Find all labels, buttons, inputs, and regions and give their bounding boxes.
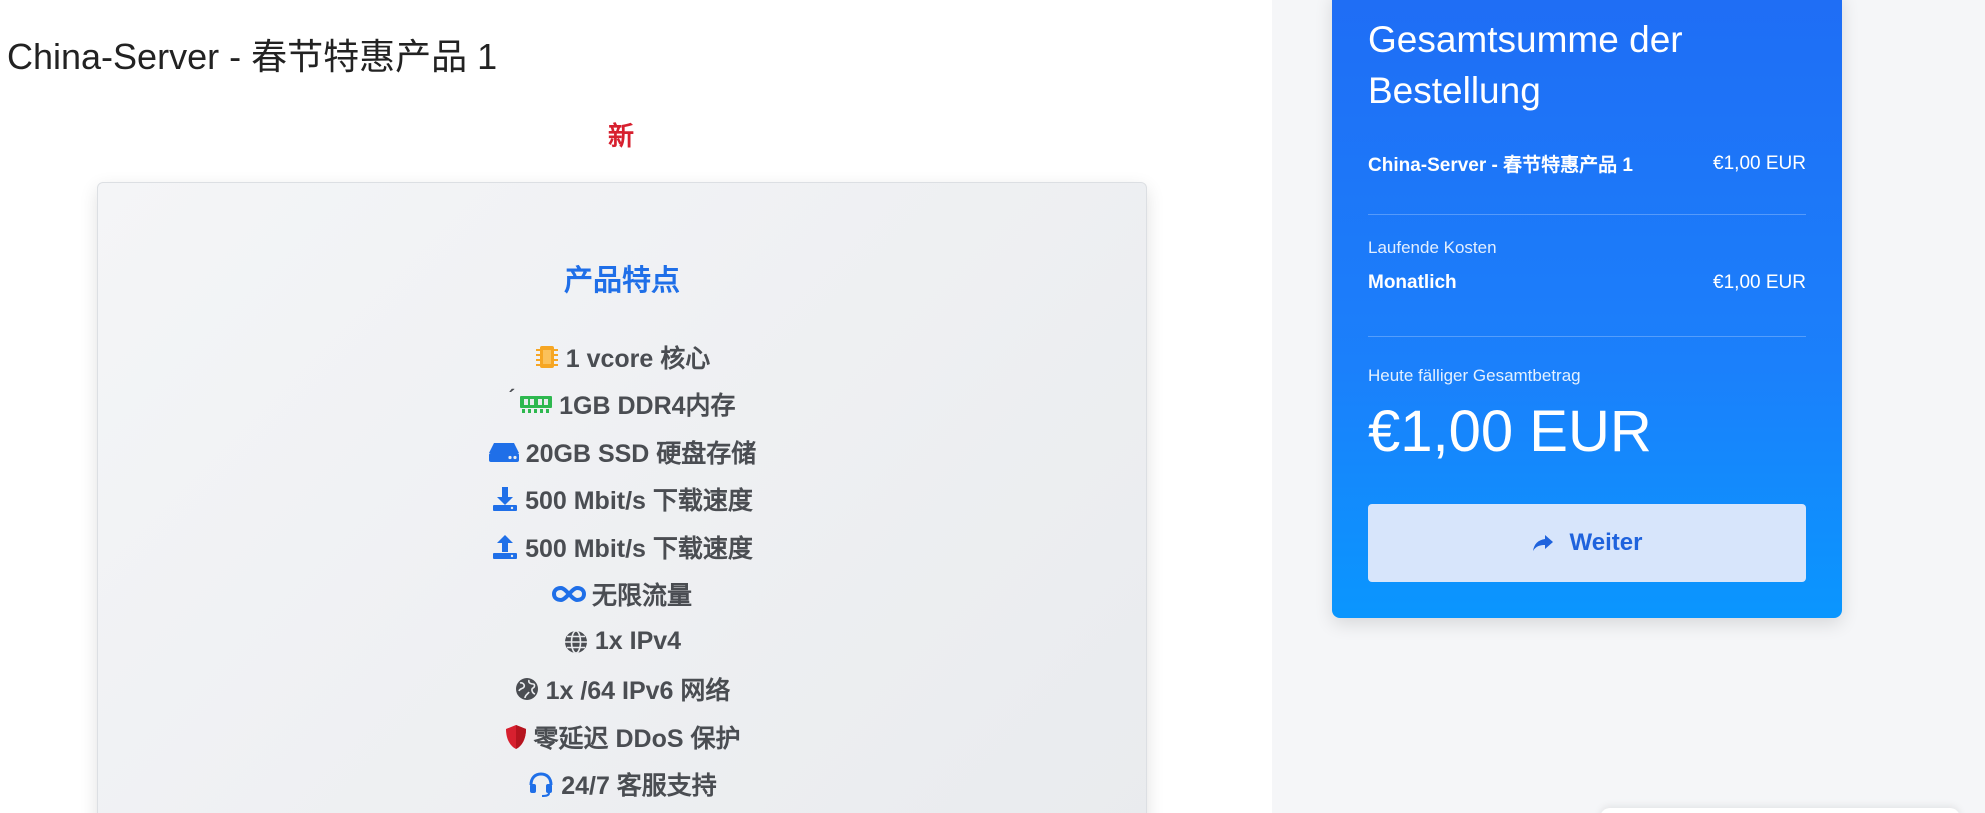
recurring-costs-label: Laufende Kosten — [1368, 238, 1497, 257]
feature-item: 无限流量 — [98, 571, 1146, 619]
feature-label: 1GB DDR4内存 — [559, 392, 736, 421]
feature-list: 1 vcore 核心 ´ 1GB DDR4内存 20GB SSD 硬盘存储 50… — [98, 333, 1146, 808]
cpu-chip-icon — [534, 343, 560, 371]
features-card: 产品特点 1 vcore 核心 ´ 1GB DDR4内存 20GB SSD 硬盘… — [97, 182, 1147, 813]
recurring-cycle-label: Monatlich — [1368, 272, 1457, 293]
new-badge: 新 — [607, 121, 634, 151]
feature-item: 20GB SSD 硬盘存储 — [98, 428, 1146, 476]
order-summary-card: Gesamtsumme der Bestellung China-Server … — [1332, 0, 1842, 618]
summary-line-item: China-Server - 春节特惠产品 1 €1,00 EUR — [1368, 150, 1806, 177]
headset-icon — [527, 770, 555, 798]
summary-title: Gesamtsumme der Bestellung — [1368, 19, 1683, 111]
feature-item: 零延迟 DDoS 保护 — [98, 713, 1146, 761]
summary-divider — [1368, 214, 1806, 215]
globe-network-icon — [514, 676, 540, 702]
prefix-mark: ´ — [508, 386, 516, 409]
feature-label: 20GB SSD 硬盘存储 — [525, 439, 757, 468]
feature-item: 1x IPv4 — [98, 618, 1146, 666]
shield-icon — [504, 723, 528, 751]
feature-label: 1x /64 IPv6 网络 — [545, 677, 731, 706]
summary-divider — [1368, 336, 1806, 337]
feature-label: 零延迟 DDoS 保护 — [533, 724, 741, 753]
feature-label: 1x IPv4 — [594, 627, 682, 656]
memory-icon — [519, 393, 553, 415]
feature-label: 500 Mbit/s 下载速度 — [525, 534, 753, 563]
due-today-label: Heute fälliger Gesamtbetrag — [1368, 366, 1581, 385]
line-item-label: China-Server - 春节特惠产品 1 — [1368, 155, 1633, 176]
feature-item: 24/7 客服支持 — [98, 761, 1146, 809]
upload-icon — [491, 533, 519, 561]
total-amount: €1,00 EUR — [1368, 399, 1652, 464]
feature-label: 无限流量 — [591, 582, 692, 611]
feature-label: 24/7 客服支持 — [561, 772, 717, 801]
feature-label: 1 vcore 核心 — [565, 344, 711, 373]
feature-item: 500 Mbit/s 下载速度 — [98, 476, 1146, 524]
product-panel: China-Server - 春节特惠产品 1 新 产品特点 1 vcore 核… — [0, 0, 1272, 813]
checkout-page: China-Server - 春节特惠产品 1 新 产品特点 1 vcore 核… — [0, 0, 1985, 813]
feature-item: 1 vcore 核心 — [98, 333, 1146, 381]
features-heading: 产品特点 — [563, 265, 680, 297]
line-item-price: €1,00 EUR — [1713, 152, 1806, 174]
product-title: China-Server - 春节特惠产品 1 — [7, 36, 498, 77]
infinity-icon — [551, 584, 586, 604]
continue-label: Weiter — [1569, 529, 1643, 556]
summary-recurring-row: Monatlich €1,00 EUR — [1368, 272, 1806, 294]
floating-panel-edge — [1600, 808, 1960, 813]
feature-item: ´ 1GB DDR4内存 — [98, 381, 1146, 429]
globe-icon — [563, 629, 589, 655]
recurring-price: €1,00 EUR — [1713, 272, 1806, 293]
share-arrow-icon — [1532, 534, 1554, 552]
download-icon — [491, 485, 519, 513]
continue-button[interactable]: Weiter — [1368, 504, 1806, 582]
feature-label: 500 Mbit/s 下载速度 — [525, 487, 753, 516]
feature-item: 500 Mbit/s 下载速度 — [98, 523, 1146, 571]
hard-drive-icon — [488, 440, 520, 464]
feature-item: 1x /64 IPv6 网络 — [98, 666, 1146, 714]
